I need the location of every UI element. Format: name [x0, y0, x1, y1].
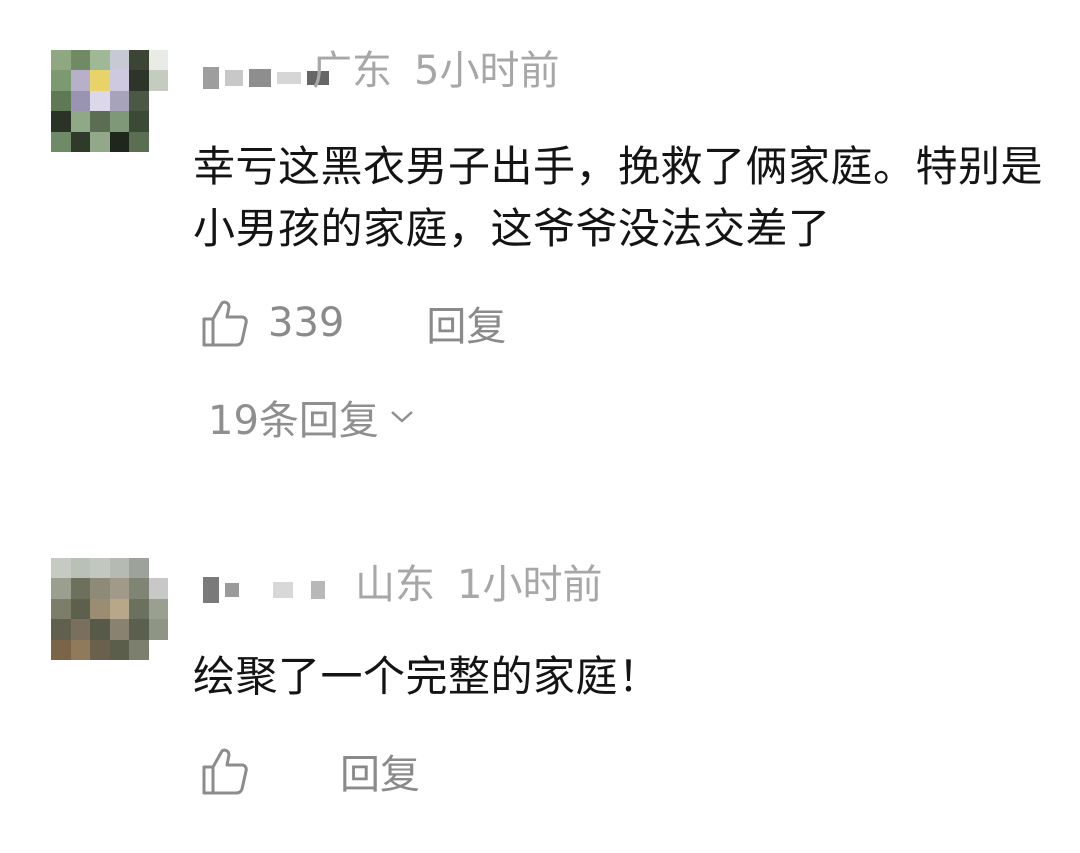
- comment-location: 山东: [355, 562, 435, 608]
- comment-item: 广东 5小时前 幸亏这黑衣男子出手，挽救了俩家庭。特别是小男孩的家庭，这爷爷没法交…: [0, 0, 1080, 470]
- thumbs-up-icon: [202, 748, 248, 795]
- comment-time: 1小时前: [457, 562, 603, 608]
- like-button[interactable]: 339: [198, 297, 344, 349]
- comment-text: 幸亏这黑衣男子出手，挽救了俩家庭。特别是小男孩的家庭，这爷爷没法交差了: [193, 142, 1044, 253]
- like-button[interactable]: [198, 745, 250, 797]
- reply-button[interactable]: 回复: [426, 294, 506, 352]
- comment-time: 5小时前: [414, 48, 560, 94]
- comment-actions: 回复: [198, 743, 420, 799]
- view-replies-button[interactable]: 19条回复: [208, 388, 415, 446]
- reply-button[interactable]: 回复: [340, 742, 420, 800]
- avatar[interactable]: [51, 558, 168, 660]
- thumbs-up-icon: [202, 300, 248, 347]
- avatar[interactable]: [51, 50, 168, 152]
- username-mosaic[interactable]: [203, 58, 329, 98]
- replies-count-label: 19条回复: [208, 398, 379, 444]
- comment-location: 广东: [312, 48, 392, 94]
- comment-meta: 广东 5小时前: [312, 48, 559, 94]
- comment-meta: 山东 1小时前: [355, 562, 602, 608]
- comment-actions: 339 回复: [198, 295, 506, 351]
- like-count: 339: [268, 300, 345, 346]
- chevron-down-icon: [391, 411, 413, 423]
- username-mosaic[interactable]: [203, 570, 325, 610]
- comment-text: 绘聚了一个完整的家庭！: [193, 652, 661, 701]
- comment-item: 山东 1小时前 绘聚了一个完整的家庭！ 回复: [0, 540, 1080, 853]
